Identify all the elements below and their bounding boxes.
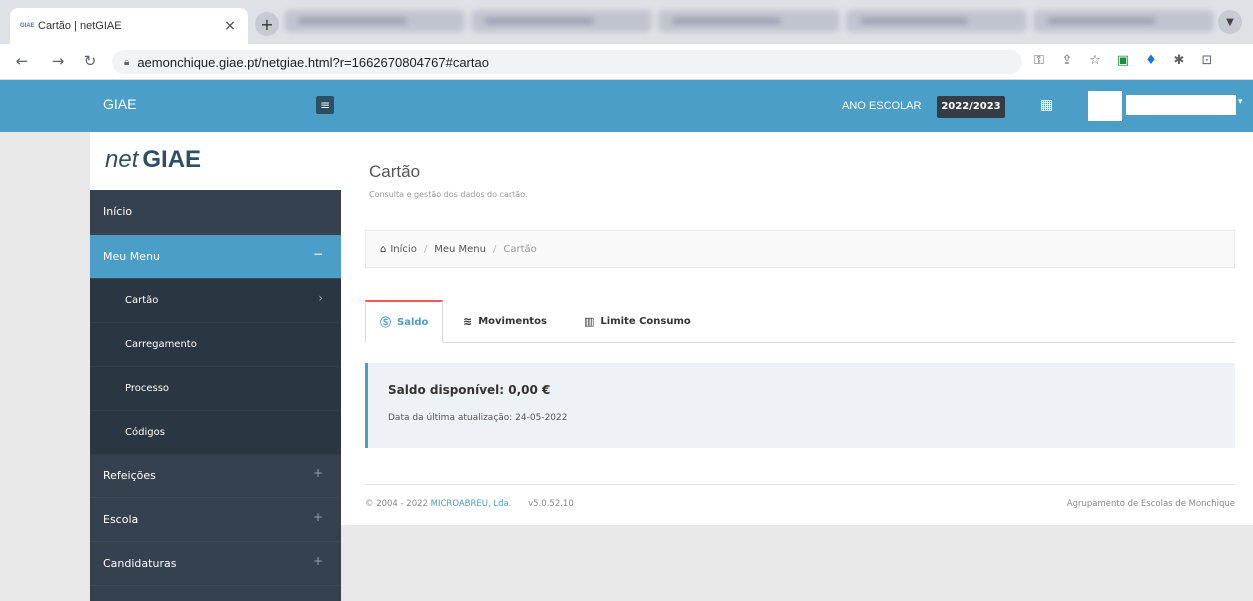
sidebar-item-label: Início [103, 205, 133, 218]
sidebar-item-candidaturas[interactable]: Candidaturas + [90, 542, 341, 586]
sidebar-item-codigos[interactable]: Códigos [90, 411, 341, 455]
breadcrumb-link-meu-menu[interactable]: Meu Menu [434, 244, 486, 255]
blurred-tab[interactable] [284, 10, 466, 32]
browser-tabstrip: GIAE Cartão | netGIAE × + ▼ [0, 0, 1253, 44]
sidebar-item-meu-menu[interactable]: Meu Menu − [90, 235, 341, 279]
extension-green-icon[interactable]: ▣ [1114, 52, 1132, 70]
company-link[interactable]: MICROABREU, Lda. [431, 499, 512, 509]
footer-copyright: © 2004 - 2022 MICROABREU, Lda. v5.0.52.1… [365, 499, 574, 509]
extension-mic-icon[interactable]: ♦ [1142, 52, 1160, 70]
tab-label: Saldo [397, 316, 429, 328]
collapse-icon: − [312, 247, 323, 261]
sidebar-logo-area: net GIAE [90, 132, 341, 190]
expand-icon: + [312, 510, 323, 524]
forward-arrow-icon[interactable]: → [48, 52, 68, 70]
chevron-down-icon[interactable]: ▾ [1238, 97, 1243, 107]
close-tab-icon[interactable]: × [222, 18, 238, 34]
school-year-label: ANO ESCOLAR [842, 100, 922, 112]
new-tab-button[interactable]: + [255, 12, 279, 36]
browser-tab-active[interactable]: GIAE Cartão | netGIAE × [10, 8, 248, 44]
tab-label: Movimentos [478, 316, 547, 327]
sidebar: Início Meu Menu − Cartão › Carregamento … [90, 190, 341, 601]
cast-icon[interactable]: ⊡ [1198, 52, 1216, 70]
home-icon: ⌂ [380, 243, 387, 255]
tab-movimentos[interactable]: ≋ Movimentos [449, 300, 561, 343]
sidebar-item-label: Carregamento [125, 339, 197, 350]
app-header: GIAE ≡ ANO ESCOLAR 2022/2023 ▦ ▾ [0, 80, 1253, 132]
balance-panel: Saldo disponível: 0,00 € Data da última … [365, 363, 1235, 448]
key-icon[interactable]: ⚿ [1030, 52, 1048, 70]
sidebar-item-processo[interactable]: Processo [90, 367, 341, 411]
blurred-tab[interactable] [845, 10, 1027, 32]
netgiae-logo[interactable]: net GIAE [105, 146, 201, 174]
chart-icon: ▥ [584, 315, 595, 328]
sidebar-item-refeicoes[interactable]: Refeições + [90, 454, 341, 498]
apps-grid-icon[interactable]: ▦ [1040, 97, 1056, 113]
tab-label: Limite Consumo [600, 316, 691, 327]
avatar[interactable] [1088, 91, 1122, 121]
sidebar-item-cartao[interactable]: Cartão › [90, 279, 341, 323]
sidebar-item-label: Cartão [125, 295, 159, 306]
page-subtitle: Consulta e gestão dos dados do cartão. [369, 190, 528, 199]
address-bar[interactable]: 🔒︎ aemonchique.giae.pt/netgiae.html?r=16… [112, 50, 1022, 74]
browser-toolbar: ← → ↻ 🔒︎ aemonchique.giae.pt/netgiae.htm… [0, 44, 1253, 80]
sidebar-item-label: Códigos [125, 427, 165, 438]
chevron-right-icon: › [318, 291, 323, 305]
footer-school-name: Agrupamento de Escolas de Monchique [1066, 499, 1235, 509]
tab-search-icon[interactable]: ▼ [1218, 10, 1242, 34]
copyright-text: © 2004 - 2022 [365, 499, 431, 509]
blurred-tab[interactable] [1032, 10, 1215, 32]
sidebar-item-label: Candidaturas [103, 557, 177, 570]
sidebar-item-label: Meu Menu [103, 250, 160, 263]
sidebar-item-carregamento[interactable]: Carregamento [90, 323, 341, 367]
share-icon[interactable]: ⇪ [1058, 52, 1076, 70]
balance-title: Saldo disponível: 0,00 € [388, 383, 551, 397]
sidebar-item-label: Processo [125, 383, 170, 394]
breadcrumb-separator: / [492, 243, 497, 255]
brand-name[interactable]: GIAE [103, 96, 136, 112]
blurred-tab[interactable] [471, 10, 653, 32]
expand-icon: + [312, 466, 323, 480]
main-content: Cartão Consulta e gestão dos dados do ca… [341, 132, 1253, 525]
breadcrumb-link-inicio[interactable]: Início [390, 244, 416, 255]
layers-icon: ≋ [463, 315, 473, 328]
version-text: v5.0.52.10 [528, 499, 574, 509]
url-text: aemonchique.giae.pt/netgiae.html?r=16626… [137, 54, 489, 70]
tab-saldo[interactable]: Ⓢ Saldo [365, 300, 444, 343]
sidebar-item-label: Refeições [103, 469, 156, 482]
blurred-tabs [284, 10, 1215, 34]
school-year-badge[interactable]: 2022/2023 [937, 96, 1005, 118]
sidebar-item-label: Escola [103, 513, 139, 526]
breadcrumb-current: Cartão [503, 243, 537, 255]
sidebar-item-inicio[interactable]: Início [90, 190, 341, 234]
menu-toggle-icon[interactable]: ≡ [316, 96, 334, 114]
dollar-circle-icon: Ⓢ [380, 316, 391, 329]
card-tabs: Ⓢ Saldo ≋ Movimentos ▥ Limite Consumo [365, 300, 1235, 343]
puzzle-icon[interactable]: ✱ [1170, 52, 1188, 70]
sidebar-item-escola[interactable]: Escola + [90, 498, 341, 542]
tab-limite-consumo[interactable]: ▥ Limite Consumo [570, 300, 705, 343]
tab-title: Cartão | netGIAE [38, 20, 122, 32]
blurred-tab[interactable] [658, 10, 840, 32]
expand-icon: + [312, 554, 323, 568]
footer: © 2004 - 2022 MICROABREU, Lda. v5.0.52.1… [365, 484, 1235, 524]
breadcrumb-separator: / [423, 243, 428, 255]
lock-icon: 🔒︎ [124, 56, 130, 68]
star-icon[interactable]: ☆ [1086, 52, 1104, 70]
user-name-box[interactable] [1126, 95, 1236, 115]
balance-updated-date: Data da última atualização: 24-05-2022 [388, 413, 568, 423]
back-arrow-icon[interactable]: ← [12, 52, 32, 70]
giae-favicon-icon: GIAE [20, 23, 35, 29]
reload-icon[interactable]: ↻ [80, 52, 100, 70]
page-title: Cartão [369, 162, 421, 181]
breadcrumb: ⌂ Início / Meu Menu / Cartão [365, 230, 1235, 268]
